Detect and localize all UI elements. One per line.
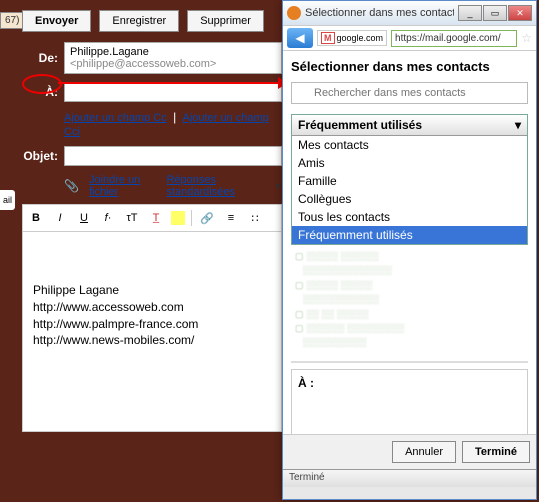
minimize-button[interactable]: _ xyxy=(458,5,482,21)
link-button[interactable]: 🔗 xyxy=(198,209,216,227)
option-my-contacts[interactable]: Mes contacts xyxy=(292,136,527,154)
status-bar: Terminé xyxy=(283,469,536,487)
send-button[interactable]: Envoyer xyxy=(22,10,91,32)
format-toolbar: B I U f· τT T̲ 🔗 ≡ ∷ xyxy=(22,204,282,232)
contacts-list[interactable]: ▢ ░░░░░ ░░░░░░ ░░░░░░░░░░░░░░ ▢ ░░░░░ ░░… xyxy=(291,245,528,355)
signature-block: Philippe Lagane http://www.accessoweb.co… xyxy=(33,282,271,349)
dropdown-options: Mes contacts Amis Famille Collègues Tous… xyxy=(292,136,527,244)
maximize-button[interactable]: ▭ xyxy=(483,5,507,21)
sig-url3: http://www.news-mobiles.com/ xyxy=(33,332,271,349)
bold-button[interactable]: B xyxy=(27,209,45,227)
toolbar-separator xyxy=(191,210,192,226)
bookmark-star-icon[interactable]: ☆ xyxy=(521,31,532,45)
save-button[interactable]: Enregistrer xyxy=(99,10,179,32)
window-title: Sélectionner dans mes contacts - ... xyxy=(305,7,454,19)
main-background: 67) ail Envoyer Enregistrer Supprimer De… xyxy=(0,0,539,502)
compose-panel: Envoyer Enregistrer Supprimer De: Philip… xyxy=(22,10,282,432)
popup-heading: Sélectionner dans mes contacts xyxy=(291,59,528,74)
sig-url1: http://www.accessoweb.com xyxy=(33,299,271,316)
close-button[interactable]: ✕ xyxy=(508,5,532,21)
dropdown-header[interactable]: Fréquemment utilisés ▾ xyxy=(292,115,527,136)
sig-url2: http://www.palmpre-france.com xyxy=(33,316,271,333)
contact-search-input[interactable] xyxy=(291,82,528,104)
to-box-label: À : xyxy=(298,376,314,390)
size-button[interactable]: τT xyxy=(123,209,141,227)
message-body[interactable]: Philippe Lagane http://www.accessoweb.co… xyxy=(22,232,282,432)
from-row: De: Philippe.Lagane <philippe@accessoweb… xyxy=(22,42,282,74)
search-wrap xyxy=(291,82,528,104)
subject-field[interactable] xyxy=(64,146,282,166)
cc-separator: | xyxy=(173,110,176,124)
to-field[interactable] xyxy=(64,82,282,102)
delete-button[interactable]: Supprimer xyxy=(187,10,264,32)
url-bar: ◀ M google.com https://mail.google.com/ … xyxy=(283,25,536,51)
option-all-contacts[interactable]: Tous les contacts xyxy=(292,208,527,226)
done-button[interactable]: Terminé xyxy=(462,441,530,463)
contacts-popup-window: Sélectionner dans mes contacts - ... _ ▭… xyxy=(282,0,537,500)
url-field[interactable]: https://mail.google.com/ xyxy=(391,30,517,47)
url-domain: google.com xyxy=(337,33,384,43)
to-row: À: xyxy=(22,82,282,102)
back-button[interactable]: ◀ xyxy=(287,28,313,48)
divider xyxy=(291,361,528,363)
chevron-down-icon: ▾ xyxy=(515,118,521,132)
popup-footer: Annuler Terminé xyxy=(283,434,536,469)
bullet-list-button[interactable]: ∷ xyxy=(246,209,264,227)
option-frequent[interactable]: Fréquemment utilisés xyxy=(292,226,527,244)
from-name: Philippe.Lagane xyxy=(70,46,149,58)
subject-label: Objet: xyxy=(22,149,58,163)
highlight-button[interactable] xyxy=(171,211,185,225)
firefox-icon xyxy=(287,6,301,20)
subject-row: Objet: xyxy=(22,146,282,166)
from-field[interactable]: Philippe.Lagane <philippe@accessoweb.com… xyxy=(64,42,282,74)
attach-row: 📎 Joindre un fichier Réponses standardis… xyxy=(64,174,282,198)
attach-file-link[interactable]: Joindre un fichier xyxy=(89,174,157,198)
compose-button-row: Envoyer Enregistrer Supprimer xyxy=(22,10,282,32)
dropdown-selected: Fréquemment utilisés xyxy=(298,118,422,132)
add-cc-link[interactable]: Ajouter un champ Cc xyxy=(64,112,167,124)
selected-recipients-box[interactable]: À : xyxy=(291,369,528,439)
popup-content: Sélectionner dans mes contacts Fréquemme… xyxy=(283,51,536,469)
cc-links-row: Ajouter un champ Cc | Ajouter un champ C… xyxy=(64,110,282,138)
to-label: À: xyxy=(22,85,58,99)
font-button[interactable]: f· xyxy=(99,209,117,227)
gmail-icon: M xyxy=(321,32,335,44)
cancel-button[interactable]: Annuler xyxy=(392,441,456,463)
caret-down-icon[interactable]: ▼ xyxy=(274,182,282,191)
sidebar-tab[interactable]: ail xyxy=(0,190,15,210)
window-title-bar[interactable]: Sélectionner dans mes contacts - ... _ ▭… xyxy=(283,1,536,25)
option-family[interactable]: Famille xyxy=(292,172,527,190)
italic-button[interactable]: I xyxy=(51,209,69,227)
sidebar-count: 67) xyxy=(0,12,24,29)
status-text: Terminé xyxy=(289,472,325,483)
option-colleagues[interactable]: Collègues xyxy=(292,190,527,208)
option-friends[interactable]: Amis xyxy=(292,154,527,172)
from-label: De: xyxy=(22,51,58,65)
from-email: <philippe@accessoweb.com> xyxy=(70,58,216,70)
group-dropdown[interactable]: Fréquemment utilisés ▾ Mes contacts Amis… xyxy=(291,114,528,245)
underline-button[interactable]: U xyxy=(75,209,93,227)
numbered-list-button[interactable]: ≡ xyxy=(222,209,240,227)
text-color-button[interactable]: T̲ xyxy=(147,209,165,227)
sig-name: Philippe Lagane xyxy=(33,282,271,299)
paperclip-icon: 📎 xyxy=(64,179,79,193)
canned-responses-link[interactable]: Réponses standardisées xyxy=(166,174,264,198)
site-identity[interactable]: M google.com xyxy=(317,30,387,46)
